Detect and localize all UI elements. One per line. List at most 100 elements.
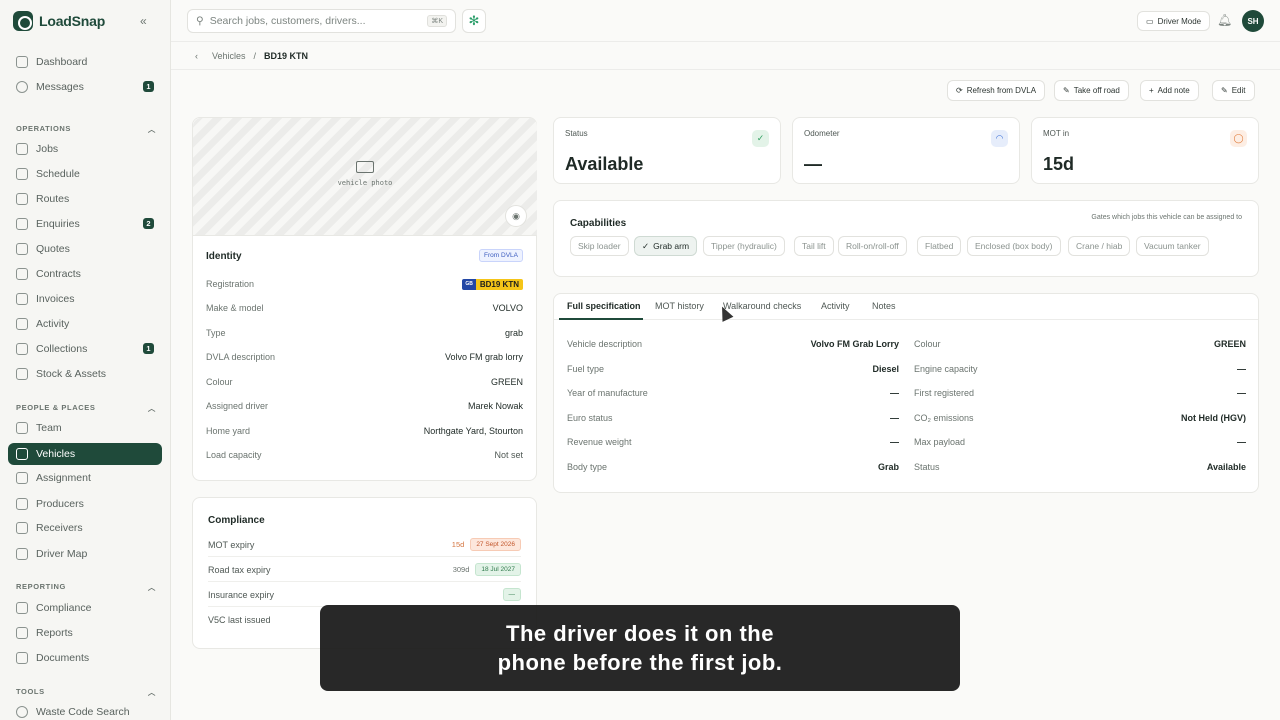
enquiries-badge: 2	[143, 218, 154, 229]
sidebar-item-dashboard[interactable]: Dashboard	[8, 51, 162, 73]
identity-row: Registration GB BD19 KTN	[206, 277, 523, 291]
tab-notes[interactable]: Notes	[872, 301, 896, 311]
sidebar-item-quotes[interactable]: Quotes	[8, 238, 162, 260]
pin-icon	[16, 522, 28, 534]
sidebar-item-invoices[interactable]: Invoices	[8, 288, 162, 310]
take-off-road-button[interactable]: ✎ Take off road	[1054, 80, 1129, 101]
plus-icon: +	[1149, 86, 1154, 95]
sidebar-item-producers[interactable]: Producers	[8, 493, 162, 515]
photo-placeholder-label: vehicle photo	[337, 179, 393, 187]
sidebar-item-documents[interactable]: Documents	[8, 647, 162, 669]
truck-icon	[16, 448, 28, 460]
back-icon[interactable]: ‹	[195, 51, 198, 61]
sidebar-item-collections[interactable]: Collections 1	[8, 338, 162, 360]
sidebar-item-jobs[interactable]: Jobs	[8, 138, 162, 160]
section-tools[interactable]: TOOLS ︿	[16, 687, 156, 698]
route-icon	[16, 193, 28, 205]
compliance-row: Insurance expiry —	[208, 583, 521, 607]
sidebar-item-routes[interactable]: Routes	[8, 188, 162, 210]
identity-card: vehicle photo ◉ Identity From DVLA Regis…	[192, 117, 537, 481]
section-reporting[interactable]: REPORTING ︿	[16, 582, 156, 593]
check-circle-icon: ✓	[752, 130, 769, 147]
collections-badge: 1	[143, 343, 154, 354]
spec-row: Fuel type Diesel	[567, 364, 899, 374]
breadcrumb: ‹ Vehicles / BD19 KTN	[171, 42, 1280, 70]
bell-icon[interactable]: 🔔︎	[1217, 13, 1232, 27]
capability-chip[interactable]: ✓ Grab arm	[634, 236, 698, 256]
compliance-title: Compliance	[208, 515, 265, 526]
logo-icon	[13, 11, 33, 31]
spec-row: Revenue weight —	[567, 437, 899, 447]
sidebar-item-enquiries[interactable]: Enquiries 2	[8, 213, 162, 235]
sidebar: LoadSnap « Dashboard Messages 1 OPERATION…	[0, 0, 171, 720]
sidebar-item-waste-code-search[interactable]: Waste Code Search	[8, 701, 162, 720]
search-placeholder: Search jobs, customers, drivers...	[209, 15, 366, 27]
identity-row: DVLA description Volvo FM grab lorry	[206, 352, 523, 362]
capability-chip[interactable]: Tipper (hydraulic)	[703, 236, 785, 256]
edit-button[interactable]: ✎ Edit	[1212, 80, 1255, 101]
from-dvla-badge: From DVLA	[479, 249, 523, 262]
collapse-sidebar-icon[interactable]: «	[140, 14, 147, 28]
spec-row: First registered —	[914, 388, 1246, 398]
topbar: ⚲ Search jobs, customers, drivers... ⌘K …	[171, 0, 1280, 42]
logo[interactable]: LoadSnap	[13, 11, 105, 31]
capability-chip[interactable]: Roll-on/roll-off	[838, 236, 907, 256]
sidebar-item-receivers[interactable]: Receivers	[8, 517, 162, 539]
sidebar-item-assignment[interactable]: Assignment	[8, 467, 162, 489]
sidebar-item-driver-map[interactable]: Driver Map	[8, 543, 162, 565]
sidebar-item-compliance[interactable]: Compliance	[8, 597, 162, 619]
driver-mode-button[interactable]: ▭ Driver Mode	[1137, 11, 1211, 31]
spec-row: Body type Grab	[567, 462, 899, 472]
truck-icon: ▭	[1146, 16, 1154, 26]
enquiry-icon	[16, 218, 28, 230]
compliance-row: Road tax expiry 309d 18 Jul 2027	[208, 558, 521, 582]
identity-row: Make & model VOLVO	[206, 303, 523, 313]
shortcut-hint: ⌘K	[427, 15, 447, 27]
sidebar-item-stock-assets[interactable]: Stock & Assets	[8, 363, 162, 385]
sidebar-item-reports[interactable]: Reports	[8, 622, 162, 644]
sidebar-item-activity[interactable]: Activity	[8, 313, 162, 335]
capabilities-card: Capabilities Gates which jobs this vehic…	[553, 200, 1259, 277]
tab-mot-history[interactable]: MOT history	[655, 301, 704, 311]
add-note-button[interactable]: + Add note	[1140, 80, 1199, 101]
tab-walkaround-checks[interactable]: Walkaround checks	[723, 301, 801, 311]
search-icon	[16, 706, 28, 718]
tab-activity[interactable]: Activity	[821, 301, 850, 311]
capability-chip[interactable]: Flatbed	[917, 236, 962, 256]
capability-chip[interactable]: Crane / hiab	[1068, 236, 1131, 256]
tab-full-specification[interactable]: Full specification	[567, 301, 641, 311]
sparkle-icon: ✻	[468, 13, 480, 28]
sidebar-item-schedule[interactable]: Schedule	[8, 163, 162, 185]
invoice-icon	[16, 293, 28, 305]
spec-row: Max payload —	[914, 437, 1246, 447]
sidebar-item-contracts[interactable]: Contracts	[8, 263, 162, 285]
box-icon	[16, 368, 28, 380]
pin-icon	[16, 498, 28, 510]
refresh-from-dvla-button[interactable]: ⟳ Refresh from DVLA	[947, 80, 1046, 101]
chevron-up-icon: ︿	[147, 583, 156, 592]
capability-chip[interactable]: Enclosed (box body)	[967, 236, 1061, 256]
section-people-places[interactable]: PEOPLE & PLACES ︿	[16, 403, 156, 414]
identity-row: Type grab	[206, 328, 523, 338]
capabilities-note: Gates which jobs this vehicle can be ass…	[1091, 214, 1242, 221]
capability-chip[interactable]: Skip loader	[570, 236, 629, 256]
team-icon	[16, 422, 28, 434]
breadcrumb-vehicles[interactable]: Vehicles	[212, 51, 246, 61]
search-input[interactable]: ⚲ Search jobs, customers, drivers... ⌘K	[187, 9, 456, 33]
section-operations[interactable]: OPERATIONS ︿	[16, 124, 156, 135]
vehicle-photo[interactable]: vehicle photo ◉	[193, 118, 537, 236]
sidebar-item-vehicles[interactable]: Vehicles	[8, 443, 162, 465]
sidebar-item-messages[interactable]: Messages 1	[8, 76, 162, 98]
sidebar-item-team[interactable]: Team	[8, 417, 162, 439]
identity-row: Home yard Northgate Yard, Stourton	[206, 426, 523, 436]
camera-icon[interactable]: ◉	[505, 205, 527, 227]
document-icon	[16, 652, 28, 664]
breadcrumb-separator: /	[253, 50, 257, 61]
capability-chip[interactable]: Tail lift	[794, 236, 834, 256]
odometer-card: Odometer — ◠	[792, 117, 1020, 184]
ai-assistant-button[interactable]: ✻	[462, 9, 486, 33]
truck-icon	[356, 161, 374, 173]
active-tab-indicator	[559, 318, 643, 320]
avatar[interactable]: SH	[1242, 10, 1264, 32]
capability-chip[interactable]: Vacuum tanker	[1136, 236, 1209, 256]
